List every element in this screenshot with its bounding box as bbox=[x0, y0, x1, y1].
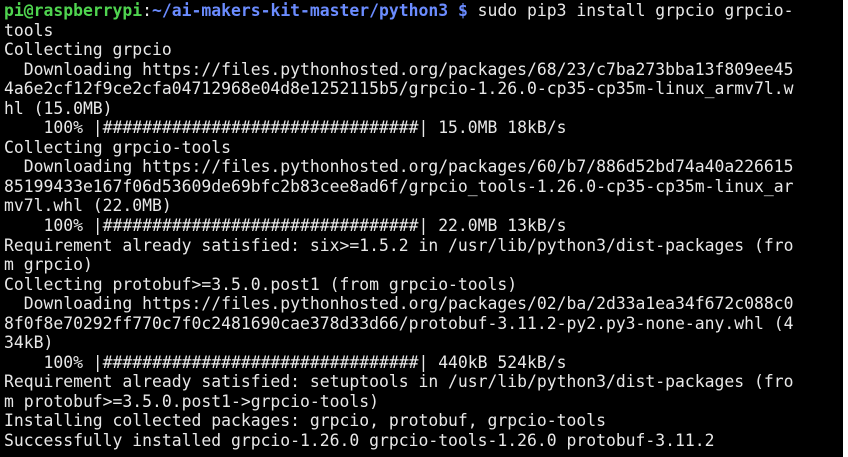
output-line: mv7l.whl (22.0MB) bbox=[4, 196, 172, 216]
output-line: Installing collected packages: grpcio, p… bbox=[4, 411, 606, 431]
output-line: 34kB) bbox=[4, 333, 54, 353]
output-line: Successfully installed grpcio-1.26.0 grp… bbox=[4, 431, 715, 451]
output-line: m grpcio) bbox=[4, 255, 93, 275]
terminal-output: tools Collecting grpcio Downloading https… bbox=[4, 21, 843, 451]
prompt-colon: : bbox=[142, 1, 153, 20]
output-line: 8f0f8e70292ff770c7f0c2481690cae378d33d66… bbox=[4, 313, 794, 333]
prompt-path: ~/ai-makers-kit-master/python3 $ bbox=[152, 1, 468, 20]
output-line: Collecting protobuf>=3.5.0.post1 (from g… bbox=[4, 274, 518, 294]
output-line: tools bbox=[4, 20, 54, 40]
output-line: Requirement already satisfied: setuptool… bbox=[4, 372, 794, 392]
output-line: Downloading https://files.pythonhosted.o… bbox=[4, 59, 794, 79]
output-line: Downloading https://files.pythonhosted.o… bbox=[4, 294, 794, 314]
output-line: 100% |################################| … bbox=[4, 216, 567, 236]
output-line: m protobuf>=3.5.0.post1->grpcio-tools) bbox=[4, 391, 379, 411]
output-line: 4a6e2cf12f9ce2cfa04712968e04d8e1252115b5… bbox=[4, 79, 794, 99]
output-line: hl (15.0MB) bbox=[4, 98, 113, 118]
prompt-line: pi@raspberrypi:~/ai-makers-kit-master/py… bbox=[4, 1, 843, 21]
terminal-window[interactable]: pi@raspberrypi:~/ai-makers-kit-master/py… bbox=[0, 0, 843, 457]
prompt-command: sudo pip3 install grpcio grpcio- bbox=[467, 1, 794, 20]
output-line: 100% |################################| … bbox=[4, 118, 567, 138]
output-line: Collecting grpcio bbox=[4, 40, 172, 60]
prompt-user-host: pi@raspberrypi bbox=[4, 1, 143, 20]
output-line: Requirement already satisfied: six>=1.5.… bbox=[4, 235, 794, 255]
output-line: 100% |################################| … bbox=[4, 352, 567, 372]
output-line: Downloading https://files.pythonhosted.o… bbox=[4, 157, 794, 177]
output-line: 85199433e167f06d53609de69bfc2b83cee8ad6f… bbox=[4, 176, 794, 196]
output-line: Collecting grpcio-tools bbox=[4, 137, 231, 157]
